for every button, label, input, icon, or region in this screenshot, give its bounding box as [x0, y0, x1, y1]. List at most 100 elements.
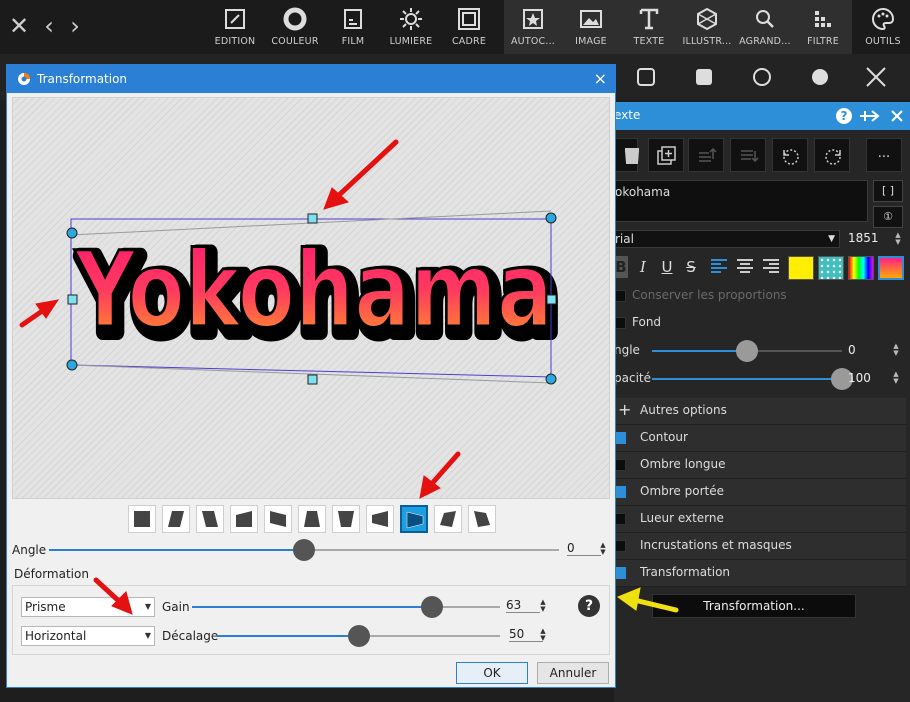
- back-icon[interactable]: ‹: [38, 10, 60, 42]
- orientation-select[interactable]: Horizontal ▼: [21, 626, 155, 646]
- offset-slider-handle[interactable]: [347, 625, 370, 647]
- opacity-spinner-icon[interactable]: ▲ ▼: [892, 371, 900, 385]
- cancel-button[interactable]: Annuler: [537, 662, 609, 684]
- preset-prism-selected[interactable]: [400, 505, 428, 533]
- help-icon[interactable]: ?: [835, 107, 853, 125]
- gain-slider[interactable]: [192, 606, 500, 608]
- help-icon[interactable]: ?: [578, 595, 600, 617]
- option-row-ombre-longue[interactable]: Ombre longue: [614, 452, 906, 479]
- preset-slant-down[interactable]: [264, 505, 292, 533]
- deformation-type-select[interactable]: Prisme ▼: [21, 597, 155, 617]
- angle-slider-handle[interactable]: [736, 340, 758, 362]
- dialog-angle-value[interactable]: 0: [567, 541, 601, 556]
- send-backward-button[interactable]: [730, 138, 766, 172]
- transform-preview[interactable]: Yokohama Yokohama: [12, 97, 610, 499]
- delete-button[interactable]: [614, 138, 640, 172]
- tool-film[interactable]: FILM: [324, 0, 382, 54]
- preset-inverted-trapezoid[interactable]: [332, 505, 360, 533]
- color-swatch-gradient[interactable]: [878, 256, 904, 280]
- tool-illustration[interactable]: ILLUSTR...: [678, 0, 736, 54]
- handle-corner-top-right[interactable]: [545, 212, 557, 224]
- close-icon[interactable]: [888, 107, 906, 125]
- forward-icon[interactable]: ›: [64, 10, 86, 42]
- tool-edition[interactable]: EDITION: [206, 0, 264, 54]
- panel-title: exte: [614, 108, 641, 122]
- preset-taper-left[interactable]: [366, 505, 394, 533]
- align-left-icon[interactable]: [708, 256, 730, 278]
- close-icon[interactable]: ✕: [8, 10, 30, 42]
- dialog-angle-handle[interactable]: [293, 539, 315, 561]
- rotate-left-button[interactable]: [772, 138, 808, 172]
- rounded-square-filled-icon[interactable]: [690, 63, 718, 91]
- gain-value[interactable]: 63: [506, 598, 540, 613]
- tool-autocollant[interactable]: AUTOC...: [504, 0, 562, 54]
- tool-image[interactable]: IMAGE: [562, 0, 620, 54]
- filter-icon: [794, 6, 852, 32]
- offset-spinner-icon[interactable]: ▲ ▼: [539, 628, 547, 642]
- handle-corner-bottom-left[interactable]: [66, 359, 78, 371]
- preset-parallelogram-flip[interactable]: [468, 505, 496, 533]
- pin-icon[interactable]: [858, 107, 880, 125]
- angle-value[interactable]: 0: [848, 343, 856, 357]
- handle-corner-bottom-right[interactable]: [545, 373, 557, 385]
- handle-bottom-center[interactable]: [307, 374, 318, 385]
- tool-cadre[interactable]: CADRE: [440, 0, 498, 54]
- circle-filled-icon[interactable]: [806, 63, 834, 91]
- tool-outils[interactable]: OUTILS: [854, 0, 910, 54]
- transformation-button[interactable]: Transformation...: [652, 594, 856, 618]
- tool-lumiere[interactable]: LUMIÈRE: [382, 0, 440, 54]
- option-row-lueur-externe[interactable]: Lueur externe: [614, 506, 906, 533]
- dialog-angle-spinner-icon[interactable]: ▲ ▼: [599, 542, 607, 556]
- align-center-icon[interactable]: [734, 256, 756, 278]
- preset-trapezoid[interactable]: [298, 505, 326, 533]
- preset-rectangle[interactable]: [128, 505, 156, 533]
- option-row-transformation[interactable]: Transformation: [614, 560, 906, 587]
- rounded-square-outline-icon[interactable]: [632, 63, 660, 91]
- opacity-value[interactable]: 100: [848, 371, 871, 385]
- preset-slant-up[interactable]: [230, 505, 258, 533]
- text-input[interactable]: okohama: [614, 180, 868, 222]
- handle-middle-right[interactable]: [546, 294, 557, 305]
- handle-top-center[interactable]: [307, 213, 318, 224]
- circle-outline-icon[interactable]: [748, 63, 776, 91]
- handle-corner-top-left[interactable]: [66, 227, 78, 239]
- color-swatch-yellow[interactable]: [788, 256, 814, 280]
- tool-texte[interactable]: TEXTE: [620, 0, 678, 54]
- option-row-incrustations[interactable]: Incrustations et masques: [614, 533, 906, 560]
- duplicate-button[interactable]: [648, 138, 684, 172]
- font-select[interactable]: rial ▼: [614, 230, 840, 248]
- tool-couleur[interactable]: COULEUR: [266, 0, 324, 54]
- angle-spinner-icon[interactable]: ▲ ▼: [892, 343, 900, 357]
- font-size-value[interactable]: 1851: [848, 231, 879, 245]
- strikethrough-button[interactable]: S: [680, 256, 702, 278]
- tool-filtre[interactable]: FILTRE: [794, 0, 852, 54]
- tool-agrandir[interactable]: AGRAND...: [736, 0, 794, 54]
- bring-forward-button[interactable]: [688, 138, 724, 172]
- option-row-contour[interactable]: Contour: [614, 425, 906, 452]
- opacity-slider[interactable]: [652, 378, 842, 380]
- underline-button[interactable]: U: [656, 256, 678, 278]
- bracket-button[interactable]: [ ]: [873, 180, 903, 202]
- font-size-spinner-icon[interactable]: ▲ ▼: [894, 232, 902, 246]
- info-button[interactable]: ①: [873, 206, 903, 228]
- italic-button[interactable]: I: [632, 256, 654, 278]
- dialog-close-button[interactable]: ×: [594, 69, 607, 88]
- preset-skew-left[interactable]: [196, 505, 224, 533]
- preset-skew-right[interactable]: [162, 505, 190, 533]
- fond-label: Fond: [632, 315, 662, 329]
- gain-spinner-icon[interactable]: ▲ ▼: [539, 599, 547, 613]
- preset-parallelogram[interactable]: [434, 505, 462, 533]
- autres-options-row[interactable]: + Autres options: [614, 398, 906, 425]
- more-button[interactable]: ...: [866, 138, 902, 172]
- rotate-right-button[interactable]: [814, 138, 850, 172]
- bold-button[interactable]: B: [614, 256, 628, 278]
- color-swatch-pattern[interactable]: [818, 256, 844, 280]
- option-row-ombre-portee[interactable]: Ombre portée: [614, 479, 906, 506]
- offset-value[interactable]: 50: [509, 627, 543, 642]
- align-right-icon[interactable]: [760, 256, 782, 278]
- close-panel-icon[interactable]: [862, 63, 890, 91]
- color-swatch-rainbow[interactable]: [848, 256, 874, 280]
- ok-button[interactable]: OK: [456, 662, 528, 684]
- opacity-label: pacité: [614, 371, 651, 385]
- handle-middle-left[interactable]: [67, 294, 78, 305]
